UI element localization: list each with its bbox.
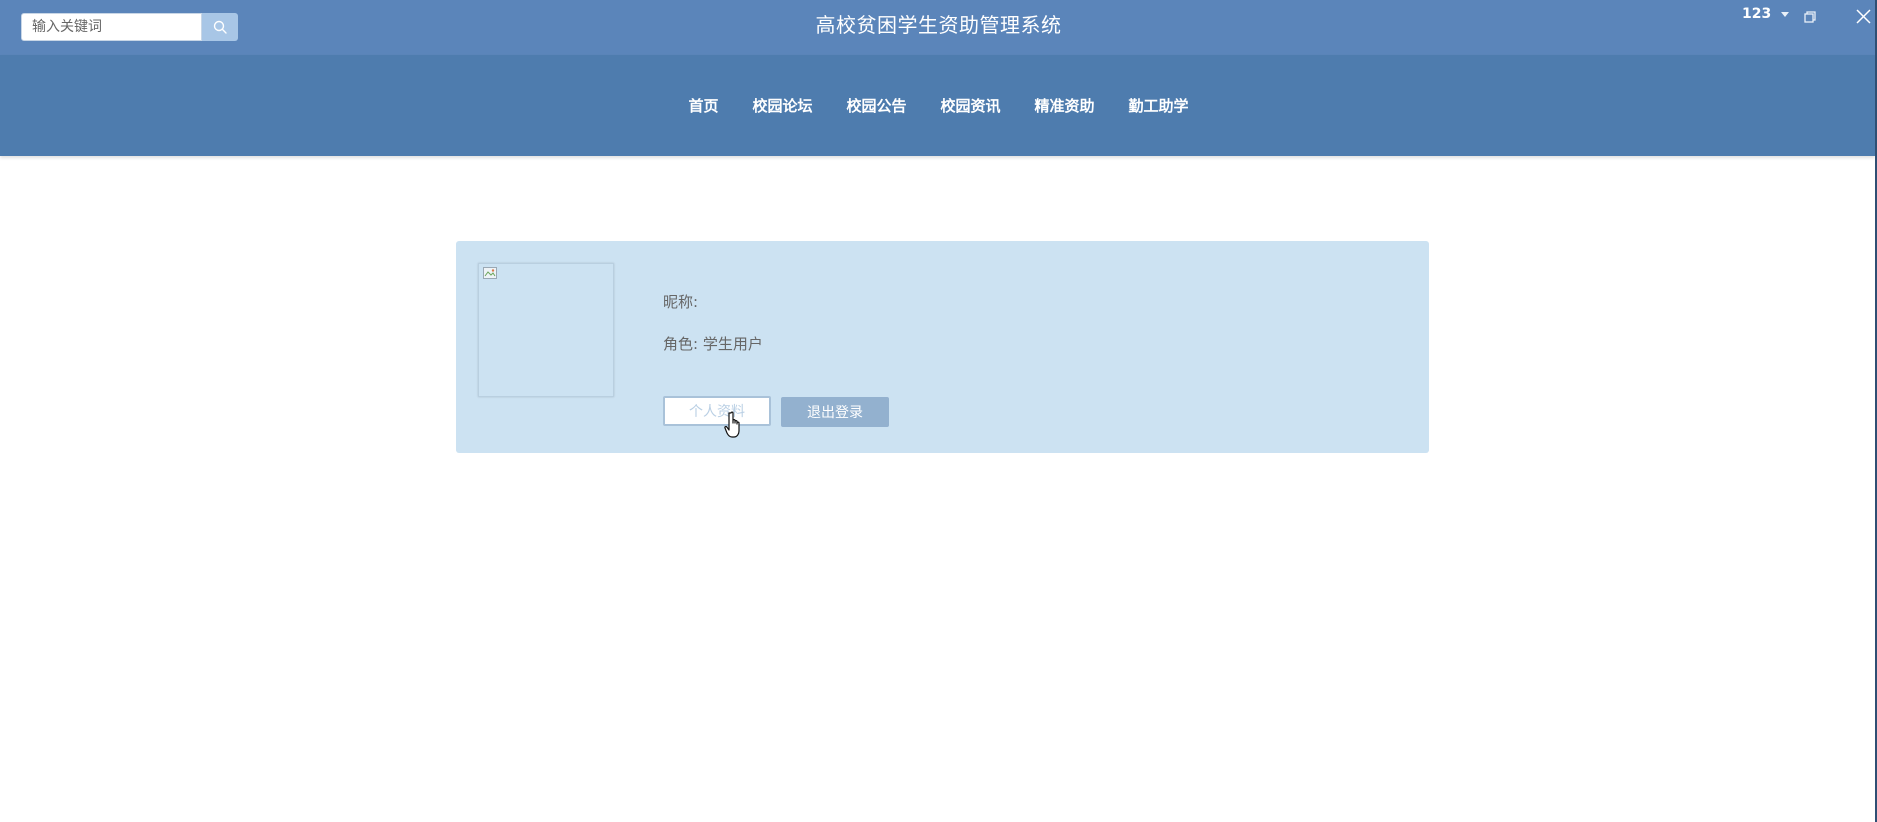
restore-window-icon[interactable] <box>1804 11 1816 23</box>
avatar <box>478 263 614 397</box>
hand-cursor-icon <box>724 411 740 438</box>
nav-item-news[interactable]: 校园资讯 <box>941 95 1001 116</box>
chevron-down-icon[interactable] <box>1781 12 1789 17</box>
nav-list: 首页 校园论坛 校园公告 校园资讯 精准资助 勤工助学 <box>0 55 1877 156</box>
logout-button[interactable]: 退出登录 <box>781 397 889 427</box>
nickname-label: 昵称: <box>663 293 699 311</box>
nav-item-home[interactable]: 首页 <box>688 95 718 116</box>
close-icon[interactable] <box>1855 8 1872 25</box>
nav-item-precise-aid[interactable]: 精准资助 <box>1035 95 1095 116</box>
nav-item-work-study[interactable]: 勤工助学 <box>1129 95 1189 116</box>
role-label: 角色: 学生用户 <box>663 335 763 353</box>
broken-image-icon <box>483 267 497 279</box>
user-profile-card: 昵称: 角色: 学生用户 个人资料 退出登录 <box>456 241 1429 453</box>
top-bar: 高校贫困学生资助管理系统 123 <box>0 0 1877 55</box>
app-title: 高校贫困学生资助管理系统 <box>815 13 1062 37</box>
nav-item-announcements[interactable]: 校园公告 <box>846 95 906 116</box>
window-user-label[interactable]: 123 <box>1742 6 1771 22</box>
personal-info-button[interactable]: 个人资料 <box>663 396 771 426</box>
nav-item-forum[interactable]: 校园论坛 <box>752 95 812 116</box>
main-nav: 首页 校园论坛 校园公告 校园资讯 精准资助 勤工助学 <box>0 55 1875 156</box>
